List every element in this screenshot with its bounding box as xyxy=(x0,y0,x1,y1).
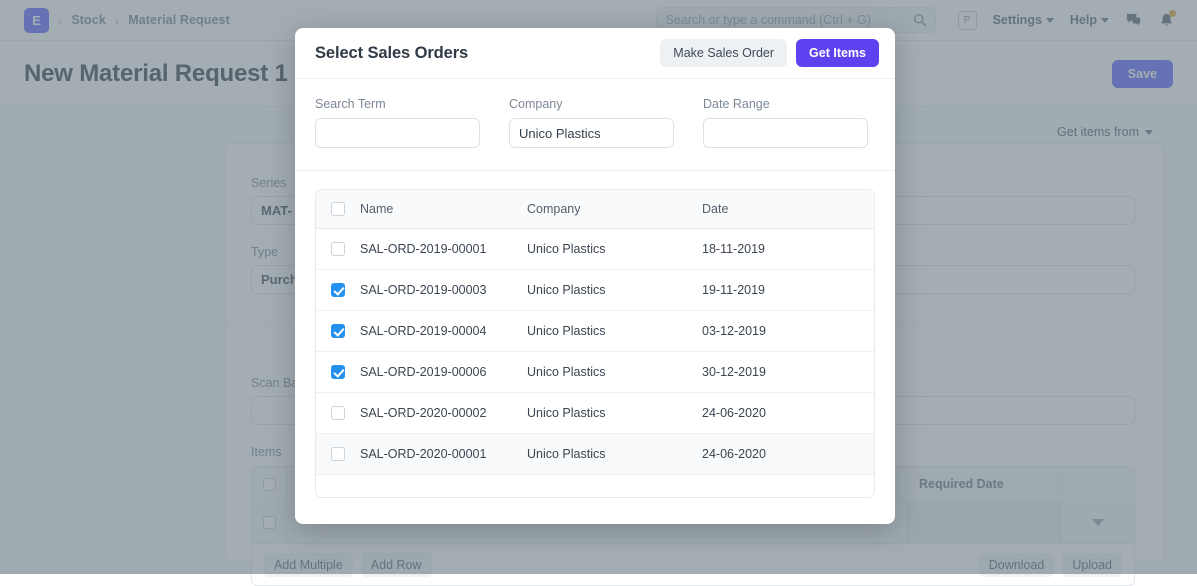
cell-date: 19-11-2019 xyxy=(702,283,874,297)
cell-date: 03-12-2019 xyxy=(702,324,874,338)
filter-search-term-label: Search Term xyxy=(315,97,480,111)
checkbox-icon xyxy=(331,447,345,461)
cell-name: SAL-ORD-2019-00006 xyxy=(360,365,527,379)
app-root: E › Stock › Material Request P Settings xyxy=(0,0,1197,574)
dialog-header-actions: Make Sales Order Get Items xyxy=(660,39,879,67)
cell-company: Unico Plastics xyxy=(527,283,702,297)
cell-company: Unico Plastics xyxy=(527,242,702,256)
table-row[interactable]: SAL-ORD-2019-00001Unico Plastics18-11-20… xyxy=(316,229,874,270)
cell-date: 18-11-2019 xyxy=(702,242,874,256)
cell-company: Unico Plastics xyxy=(527,324,702,338)
cell-date: 24-06-2020 xyxy=(702,447,874,461)
table-row[interactable]: SAL-ORD-2019-00006Unico Plastics30-12-20… xyxy=(316,352,874,393)
checkbox-icon xyxy=(331,406,345,420)
row-checkbox[interactable] xyxy=(316,242,360,256)
checkbox-icon xyxy=(331,242,345,256)
filter-date-range: Date Range xyxy=(703,97,868,148)
table-empty-row xyxy=(316,475,874,497)
column-header-date: Date xyxy=(702,202,874,216)
row-checkbox[interactable] xyxy=(316,365,360,379)
filter-date-range-label: Date Range xyxy=(703,97,868,111)
checkbox-icon xyxy=(331,365,345,379)
table-row[interactable]: SAL-ORD-2019-00003Unico Plastics19-11-20… xyxy=(316,270,874,311)
checkbox-icon xyxy=(331,324,345,338)
cell-date: 30-12-2019 xyxy=(702,365,874,379)
cell-company: Unico Plastics xyxy=(527,365,702,379)
company-input[interactable] xyxy=(509,118,674,148)
filter-company: Company xyxy=(509,97,674,148)
table-body: SAL-ORD-2019-00001Unico Plastics18-11-20… xyxy=(316,229,874,475)
checkbox-icon xyxy=(331,202,345,216)
table-row[interactable]: SAL-ORD-2019-00004Unico Plastics03-12-20… xyxy=(316,311,874,352)
get-items-button[interactable]: Get Items xyxy=(796,39,879,67)
cell-date: 24-06-2020 xyxy=(702,406,874,420)
dialog-header: Select Sales Orders Make Sales Order Get… xyxy=(295,28,895,79)
cell-name: SAL-ORD-2019-00001 xyxy=(360,242,527,256)
cell-name: SAL-ORD-2020-00002 xyxy=(360,406,527,420)
date-range-input[interactable] xyxy=(703,118,868,148)
cell-name: SAL-ORD-2019-00004 xyxy=(360,324,527,338)
cell-company: Unico Plastics xyxy=(527,447,702,461)
sales-orders-table: Name Company Date SAL-ORD-2019-00001Unic… xyxy=(315,189,875,498)
table-row[interactable]: SAL-ORD-2020-00001Unico Plastics24-06-20… xyxy=(316,434,874,475)
column-header-name: Name xyxy=(360,202,527,216)
search-term-input[interactable] xyxy=(315,118,480,148)
cell-name: SAL-ORD-2020-00001 xyxy=(360,447,527,461)
checkbox-icon xyxy=(331,283,345,297)
row-checkbox[interactable] xyxy=(316,283,360,297)
select-all-checkbox[interactable] xyxy=(316,202,360,216)
filter-company-label: Company xyxy=(509,97,674,111)
select-sales-orders-dialog: Select Sales Orders Make Sales Order Get… xyxy=(295,28,895,524)
table-row[interactable]: SAL-ORD-2020-00002Unico Plastics24-06-20… xyxy=(316,393,874,434)
dialog-filters: Search Term Company Date Range xyxy=(295,79,895,171)
cell-company: Unico Plastics xyxy=(527,406,702,420)
column-header-company: Company xyxy=(527,202,702,216)
cell-name: SAL-ORD-2019-00003 xyxy=(360,283,527,297)
dialog-title: Select Sales Orders xyxy=(315,44,468,63)
table-header-row: Name Company Date xyxy=(316,190,874,229)
row-checkbox[interactable] xyxy=(316,406,360,420)
dialog-body: Name Company Date SAL-ORD-2019-00001Unic… xyxy=(295,171,895,524)
row-checkbox[interactable] xyxy=(316,324,360,338)
make-sales-order-button[interactable]: Make Sales Order xyxy=(660,39,787,67)
row-checkbox[interactable] xyxy=(316,447,360,461)
filter-search-term: Search Term xyxy=(315,97,480,148)
